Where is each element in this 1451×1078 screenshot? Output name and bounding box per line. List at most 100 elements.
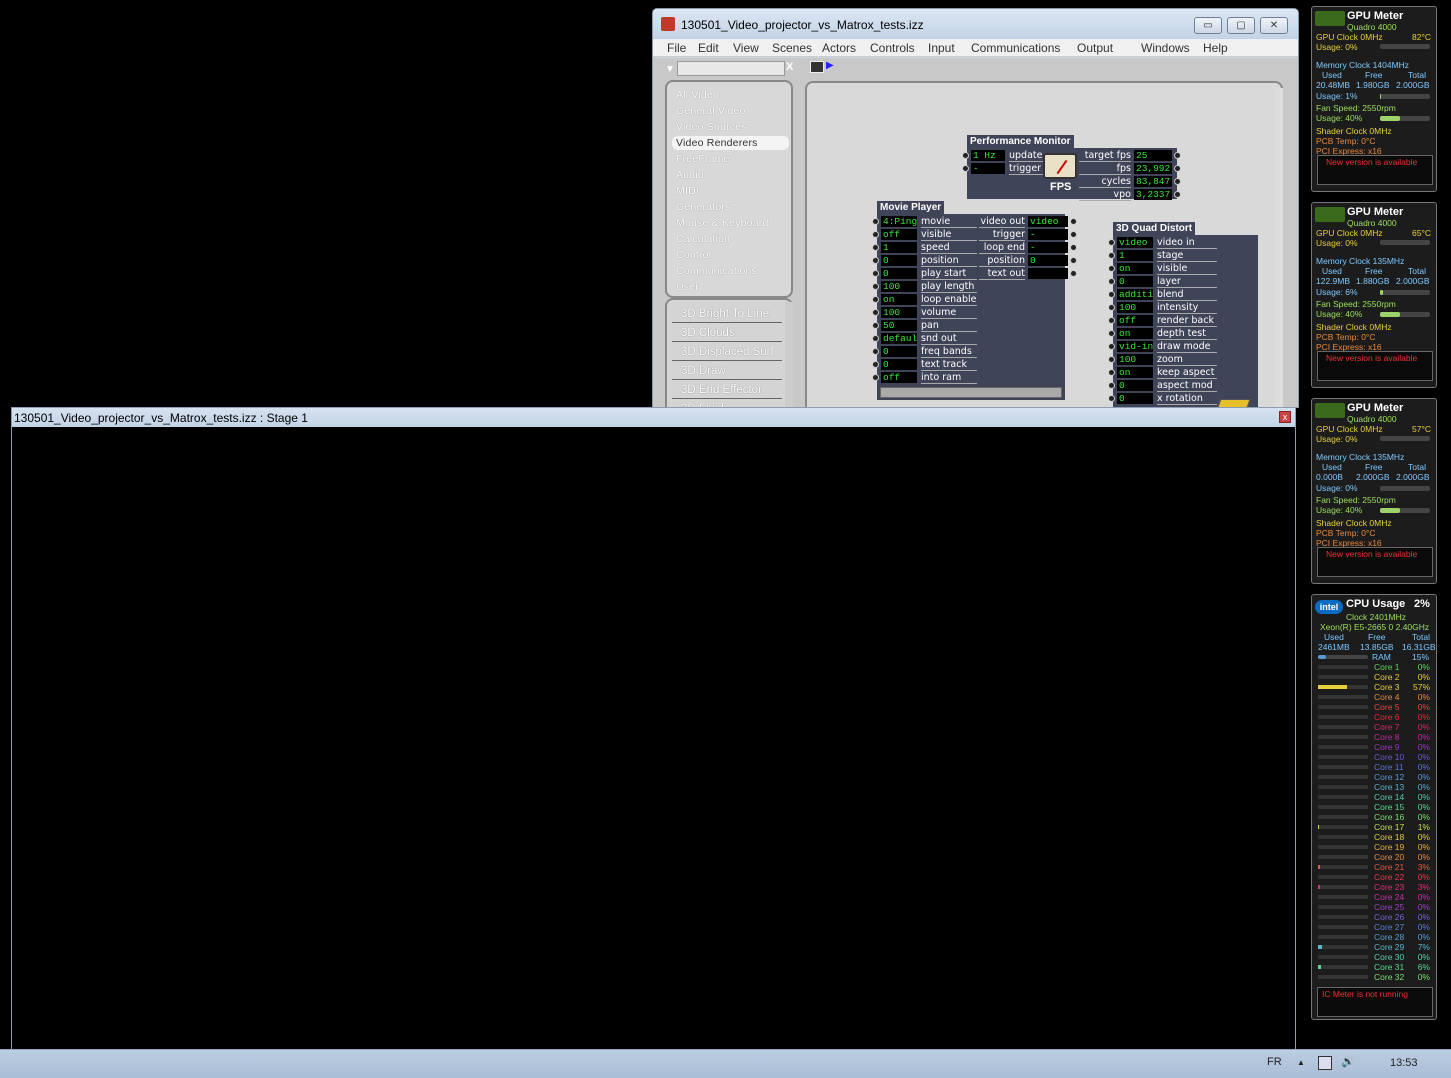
output-port[interactable] <box>1174 191 1181 198</box>
output-port[interactable] <box>1070 218 1077 225</box>
input-value[interactable]: video <box>1117 237 1153 248</box>
input-port[interactable] <box>1108 395 1115 402</box>
movie-player-actor[interactable]: Movie Player 4:Ping movie off visible 1 speed… <box>872 201 1077 400</box>
category-user[interactable]: User <box>672 280 789 294</box>
input-value[interactable]: on <box>1117 328 1153 339</box>
input-value[interactable]: 100 <box>881 307 917 318</box>
category-video-renderers[interactable]: Video Renderers <box>672 136 789 150</box>
input-port[interactable] <box>1108 343 1115 350</box>
output-port[interactable] <box>1070 257 1077 264</box>
input-port[interactable] <box>872 257 879 264</box>
menu-actors[interactable]: Actors <box>822 41 856 55</box>
input-port[interactable] <box>872 309 879 316</box>
menu-windows[interactable]: Windows <box>1141 41 1190 55</box>
output-value[interactable]: 3,2337 <box>1134 189 1172 200</box>
category-calculation[interactable]: Calculation <box>672 232 789 246</box>
category-mouse-keyboard[interactable]: Mouse & Keyboard <box>672 216 789 230</box>
output-value[interactable]: video <box>1028 216 1068 227</box>
input-port[interactable] <box>1108 330 1115 337</box>
category-audio[interactable]: Audio <box>672 168 789 182</box>
input-port[interactable] <box>872 283 879 290</box>
input-port[interactable] <box>872 244 879 251</box>
output-value[interactable]: - <box>1028 242 1068 253</box>
play-arrow-icon[interactable]: ▶ <box>826 60 834 71</box>
input-port[interactable] <box>1108 369 1115 376</box>
output-port[interactable] <box>1174 165 1181 172</box>
input-port[interactable] <box>1108 291 1115 298</box>
menu-view[interactable]: View <box>733 41 759 55</box>
input-value[interactable]: off <box>881 229 917 240</box>
output-value[interactable]: 0 <box>1028 255 1068 266</box>
update-notice[interactable]: New version is available <box>1326 353 1417 363</box>
output-value[interactable]: 25 <box>1134 150 1172 161</box>
category-freeframe[interactable]: FreeFrame <box>672 152 789 166</box>
input-port[interactable] <box>962 165 969 172</box>
category-generators[interactable]: Generators <box>672 200 789 214</box>
input-value[interactable]: 100 <box>1117 302 1153 313</box>
menu-scenes[interactable]: Scenes <box>772 41 812 55</box>
actor-3d-end-effector[interactable]: 3D End Effector <box>672 381 782 399</box>
input-port[interactable] <box>872 335 879 342</box>
input-value[interactable]: vid-in <box>1117 341 1153 352</box>
category-all-video[interactable]: All Video <box>672 88 789 102</box>
category-midi[interactable]: MIDI <box>672 184 789 198</box>
update-notice[interactable]: New version is available <box>1326 549 1417 559</box>
input-port[interactable] <box>872 322 879 329</box>
input-value[interactable]: additive <box>1117 289 1153 300</box>
input-value[interactable]: 50 <box>881 320 917 331</box>
volume-icon[interactable]: 🔊 <box>1341 1055 1355 1068</box>
input-port[interactable] <box>1108 278 1115 285</box>
actor-3d-bright-to-line[interactable]: 3D Bright To Line <box>672 305 782 323</box>
category-communications[interactable]: Communications <box>672 264 789 278</box>
input-port[interactable] <box>872 296 879 303</box>
clock[interactable]: 13:53 <box>1390 1057 1418 1069</box>
input-port[interactable] <box>1108 239 1115 246</box>
input-value[interactable]: 0 <box>1117 380 1153 391</box>
category-control[interactable]: Control <box>672 248 789 262</box>
input-value[interactable]: 0 <box>1117 276 1153 287</box>
input-value[interactable]: on <box>1117 263 1153 274</box>
close-button[interactable]: ✕ <box>1260 17 1288 34</box>
input-port[interactable] <box>1108 382 1115 389</box>
input-port[interactable] <box>872 270 879 277</box>
input-port[interactable] <box>872 218 879 225</box>
network-icon[interactable] <box>1318 1056 1332 1070</box>
input-port[interactable] <box>872 348 879 355</box>
input-port[interactable] <box>1108 356 1115 363</box>
menu-input[interactable]: Input <box>928 41 955 55</box>
input-port[interactable] <box>1108 252 1115 259</box>
show-hidden-icons-button[interactable]: ▲ <box>1297 1058 1305 1067</box>
movie-preview-bar[interactable] <box>880 387 1062 398</box>
output-value[interactable] <box>1028 268 1068 279</box>
output-port[interactable] <box>1070 270 1077 277</box>
snapshot-camera-icon[interactable] <box>810 61 824 73</box>
menu-help[interactable]: Help <box>1203 41 1228 55</box>
menu-controls[interactable]: Controls <box>870 41 915 55</box>
input-port[interactable] <box>872 374 879 381</box>
input-value[interactable]: 1 <box>881 242 917 253</box>
input-value[interactable]: on <box>1117 367 1153 378</box>
actor-3d-displaced-surf[interactable]: 3D Displaced Surf <box>672 343 782 361</box>
minimize-button[interactable]: ▭ <box>1194 17 1222 34</box>
cpu-usage-gadget[interactable]: intel CPU Usage 2% Clock 2401MHz Xeon(R) E5-… <box>1311 594 1437 1020</box>
input-port[interactable] <box>962 152 969 159</box>
menu-communications[interactable]: Communications <box>971 41 1060 55</box>
input-value[interactable]: 1 Hz <box>971 150 1005 161</box>
output-value[interactable]: 23,992 <box>1134 163 1172 174</box>
input-port[interactable] <box>872 231 879 238</box>
input-port[interactable] <box>872 361 879 368</box>
input-value[interactable]: 0 <box>881 359 917 370</box>
menu-edit[interactable]: Edit <box>698 41 719 55</box>
input-value[interactable]: 0 <box>881 268 917 279</box>
language-indicator[interactable]: FR <box>1267 1056 1282 1068</box>
category-video-sources[interactable]: Video Sources <box>672 120 789 134</box>
input-value[interactable]: 100 <box>1117 354 1153 365</box>
update-notice[interactable]: New version is available <box>1326 157 1417 167</box>
input-value[interactable]: - <box>971 163 1005 174</box>
input-port[interactable] <box>1108 304 1115 311</box>
output-value[interactable]: 83,847 <box>1134 176 1172 187</box>
input-value[interactable]: off <box>881 372 917 383</box>
gpu-meter-gadget[interactable]: GPU Meter Quadro 4000 GPU Clock 0MHz 65°C Us… <box>1311 202 1437 388</box>
input-value[interactable]: 1 <box>1117 250 1153 261</box>
input-port[interactable] <box>1108 265 1115 272</box>
